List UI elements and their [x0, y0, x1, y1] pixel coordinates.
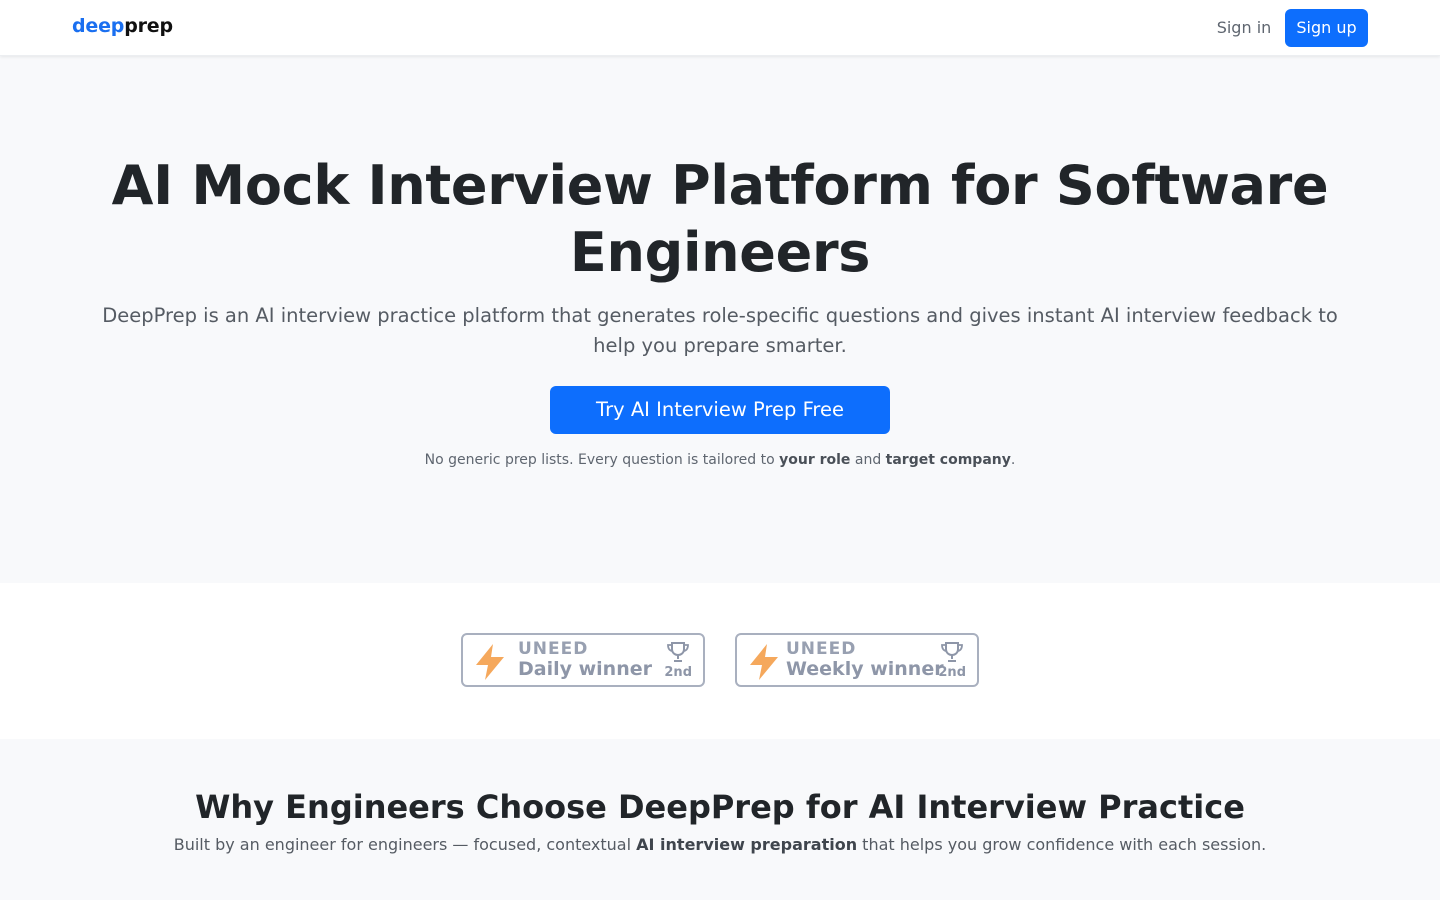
- hero-note: No generic prep lists. Every question is…: [80, 452, 1360, 468]
- sign-in-button[interactable]: Sign in: [1206, 9, 1282, 47]
- try-free-cta-button[interactable]: Try AI Interview Prep Free: [550, 386, 890, 434]
- why-subtitle-suffix: that helps you grow confidence with each…: [857, 835, 1267, 854]
- hero-note-your-role: your role: [779, 452, 851, 468]
- hero-title-line-1: AI Mock Interview Platform for Software: [111, 154, 1329, 217]
- navbar: deepprep Sign in Sign up: [0, 0, 1440, 56]
- brand-logo[interactable]: deepprep: [72, 15, 173, 37]
- why-subtitle-prefix: Built by an engineer for engineers — foc…: [173, 835, 637, 854]
- award-badges-section: UNEED Daily winner 2nd UNEED Weekly winn…: [0, 583, 1440, 739]
- why-subtitle: Built by an engineer for engineers — foc…: [80, 835, 1360, 854]
- trophy-icon: [667, 642, 689, 662]
- badge-place: 2nd: [938, 665, 966, 680]
- badge-brand: UNEED: [518, 639, 589, 659]
- why-subtitle-bold: AI interview preparation: [636, 835, 858, 854]
- trophy-icon: [941, 642, 963, 662]
- lightning-bolt-icon: [750, 644, 778, 680]
- hero-note-target-company: target company: [885, 452, 1011, 468]
- lightning-bolt-icon: [476, 644, 504, 680]
- badge-title: Weekly winner: [786, 658, 944, 680]
- badge-brand: UNEED: [786, 639, 857, 659]
- hero-note-mid: and: [850, 452, 886, 468]
- hero-subtitle: DeepPrep is an AI interview practice pla…: [102, 304, 1338, 357]
- hero-section: AI Mock Interview Platform for Software …: [0, 56, 1440, 583]
- brand-logo-prep: prep: [124, 15, 173, 37]
- uneed-daily-winner-badge[interactable]: UNEED Daily winner 2nd: [461, 633, 705, 687]
- hero-title-line-2: Engineers: [569, 221, 871, 284]
- brand-logo-deep: deep: [72, 15, 125, 37]
- hero-note-prefix: No generic prep lists. Every question is…: [424, 452, 780, 468]
- uneed-weekly-winner-badge[interactable]: UNEED Weekly winner 2nd: [735, 633, 979, 687]
- badge-title: Daily winner: [518, 658, 652, 680]
- why-section: Why Engineers Choose DeepPrep for AI Int…: [0, 739, 1440, 900]
- hero-note-suffix: .: [1010, 452, 1016, 468]
- why-title: Why Engineers Choose DeepPrep for AI Int…: [195, 788, 1245, 826]
- badge-place: 2nd: [664, 665, 692, 680]
- hero-title: AI Mock Interview Platform for Software …: [80, 152, 1360, 286]
- sign-up-button[interactable]: Sign up: [1285, 9, 1368, 47]
